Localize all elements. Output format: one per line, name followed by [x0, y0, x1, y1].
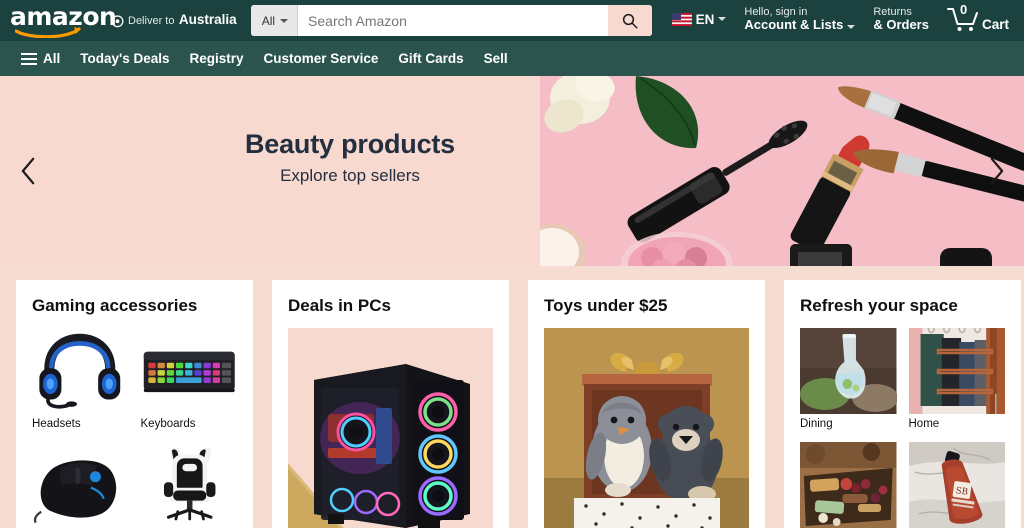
tile-soap[interactable]: SB [908, 442, 1005, 528]
carousel-next-button[interactable] [968, 76, 1024, 266]
us-flag-icon [671, 12, 692, 26]
tile-image [32, 328, 129, 415]
deliver-to-country: Australia [178, 11, 237, 27]
tile-mouse[interactable] [32, 442, 129, 528]
card-title: Toys under $25 [544, 296, 668, 315]
tile-label: Dining [800, 418, 833, 431]
cart-count-badge: 0 [959, 1, 968, 17]
tile-image [140, 328, 237, 415]
tile-image [800, 328, 897, 415]
search-category-dropdown[interactable]: All [250, 5, 299, 36]
card-deals-in-pcs[interactable]: Deals in PCs [272, 280, 509, 528]
search-icon [622, 13, 638, 28]
card-gaming-accessories[interactable]: Gaming accessories Headsets Keyboards [16, 280, 253, 528]
tile-image: SB [908, 442, 1005, 528]
card-title: Refresh your space [800, 296, 958, 315]
beauty-flatlay-illustration [540, 76, 1024, 266]
gaming-mouse-icon [33, 460, 117, 524]
tile-gaming-pc[interactable] [288, 328, 493, 528]
tile-label: Home [908, 418, 940, 431]
amazon-logo[interactable]: amazon [10, 3, 117, 38]
card-tile-grid: Headsets Keyboards [32, 328, 237, 528]
tile-label: Headsets [32, 418, 81, 431]
header-right-actions: EN Hello, sign in Account & Lists Return… [664, 1, 1016, 40]
account-and-lists-button[interactable]: Hello, sign in Account & Lists [736, 1, 863, 40]
gaming-keyboard-icon [143, 352, 235, 393]
search-input[interactable] [298, 5, 608, 36]
nav-item-all[interactable]: All [12, 45, 69, 72]
cart-button[interactable]: 0 Cart [939, 2, 1016, 39]
language-label: EN [695, 11, 715, 27]
dining-carafe-icon [800, 328, 897, 415]
tile-dining[interactable]: Dining [800, 328, 897, 432]
card-title: Gaming accessories [32, 296, 198, 315]
hamburger-menu-icon [21, 52, 37, 65]
chevron-down-icon [718, 17, 727, 22]
returns-and-orders-button[interactable]: Returns & Orders [865, 1, 937, 40]
nav-item-sell[interactable]: Sell [475, 45, 517, 72]
hero-carousel: Beauty products Explore top sellers [0, 76, 1024, 266]
cart-label: Cart [981, 16, 1009, 32]
nav-item-registry[interactable]: Registry [181, 45, 253, 72]
tile-home[interactable]: Home [908, 328, 1005, 432]
orders-label: & Orders [873, 17, 929, 33]
chevron-down-icon [847, 24, 856, 29]
tile-charcuterie[interactable] [800, 442, 897, 528]
account-label: Account & Lists [744, 17, 844, 33]
main-nav-bar: All Today's Deals Registry Customer Serv… [0, 41, 1024, 76]
carousel-prev-button[interactable] [0, 76, 56, 266]
deliver-to-button[interactable]: Deliver to Australia [108, 5, 243, 36]
nav-item-todays-deals[interactable]: Today's Deals [71, 45, 178, 72]
chevron-down-icon [280, 18, 289, 23]
chevron-right-icon [990, 157, 1003, 185]
chevron-left-icon [21, 157, 34, 185]
search-category-label: All [261, 13, 276, 28]
rgb-gaming-pc-icon [288, 328, 493, 528]
deliver-to-label: Deliver to [128, 14, 175, 27]
amazon-smile-icon [15, 26, 81, 38]
tile-keyboards[interactable]: Keyboards [140, 328, 237, 432]
svg-text:SB: SB [955, 486, 969, 498]
tile-label: Keyboards [140, 418, 196, 431]
card-title: Deals in PCs [288, 296, 391, 315]
tile-image [908, 328, 1005, 415]
hero-banner-image[interactable] [540, 76, 1024, 266]
card-tile-grid: Dining Home SB [800, 328, 1005, 528]
nav-all-label: All [43, 51, 61, 66]
search-bar[interactable]: All [250, 5, 652, 36]
search-submit-button[interactable] [607, 5, 652, 36]
charcuterie-board-icon [800, 442, 897, 528]
top-header-bar: amazon Deliver to Australia All Search A… [0, 0, 1024, 41]
gaming-headset-icon [39, 334, 121, 409]
home-textiles-icon [908, 328, 1005, 415]
tile-chair[interactable] [140, 442, 237, 528]
language-selector[interactable]: EN [664, 7, 735, 34]
card-refresh-your-space[interactable]: Refresh your space Dining Home SB [784, 280, 1021, 528]
soap-bottle-marble-icon: SB [908, 442, 1005, 528]
card-toys-under-25[interactable]: Toys under $25 [528, 280, 765, 528]
tile-image [140, 442, 237, 528]
tile-toys[interactable] [544, 328, 749, 528]
category-card-row: Gaming accessories Headsets Keyboards De… [0, 280, 1024, 528]
plush-toys-gift-box-icon [544, 328, 749, 528]
tile-headsets[interactable]: Headsets [32, 328, 129, 432]
gaming-chair-icon [163, 447, 215, 521]
nav-item-customer-service[interactable]: Customer Service [255, 45, 388, 72]
tile-image [800, 442, 897, 528]
nav-item-gift-cards[interactable]: Gift Cards [389, 45, 472, 72]
tile-image [32, 442, 129, 528]
